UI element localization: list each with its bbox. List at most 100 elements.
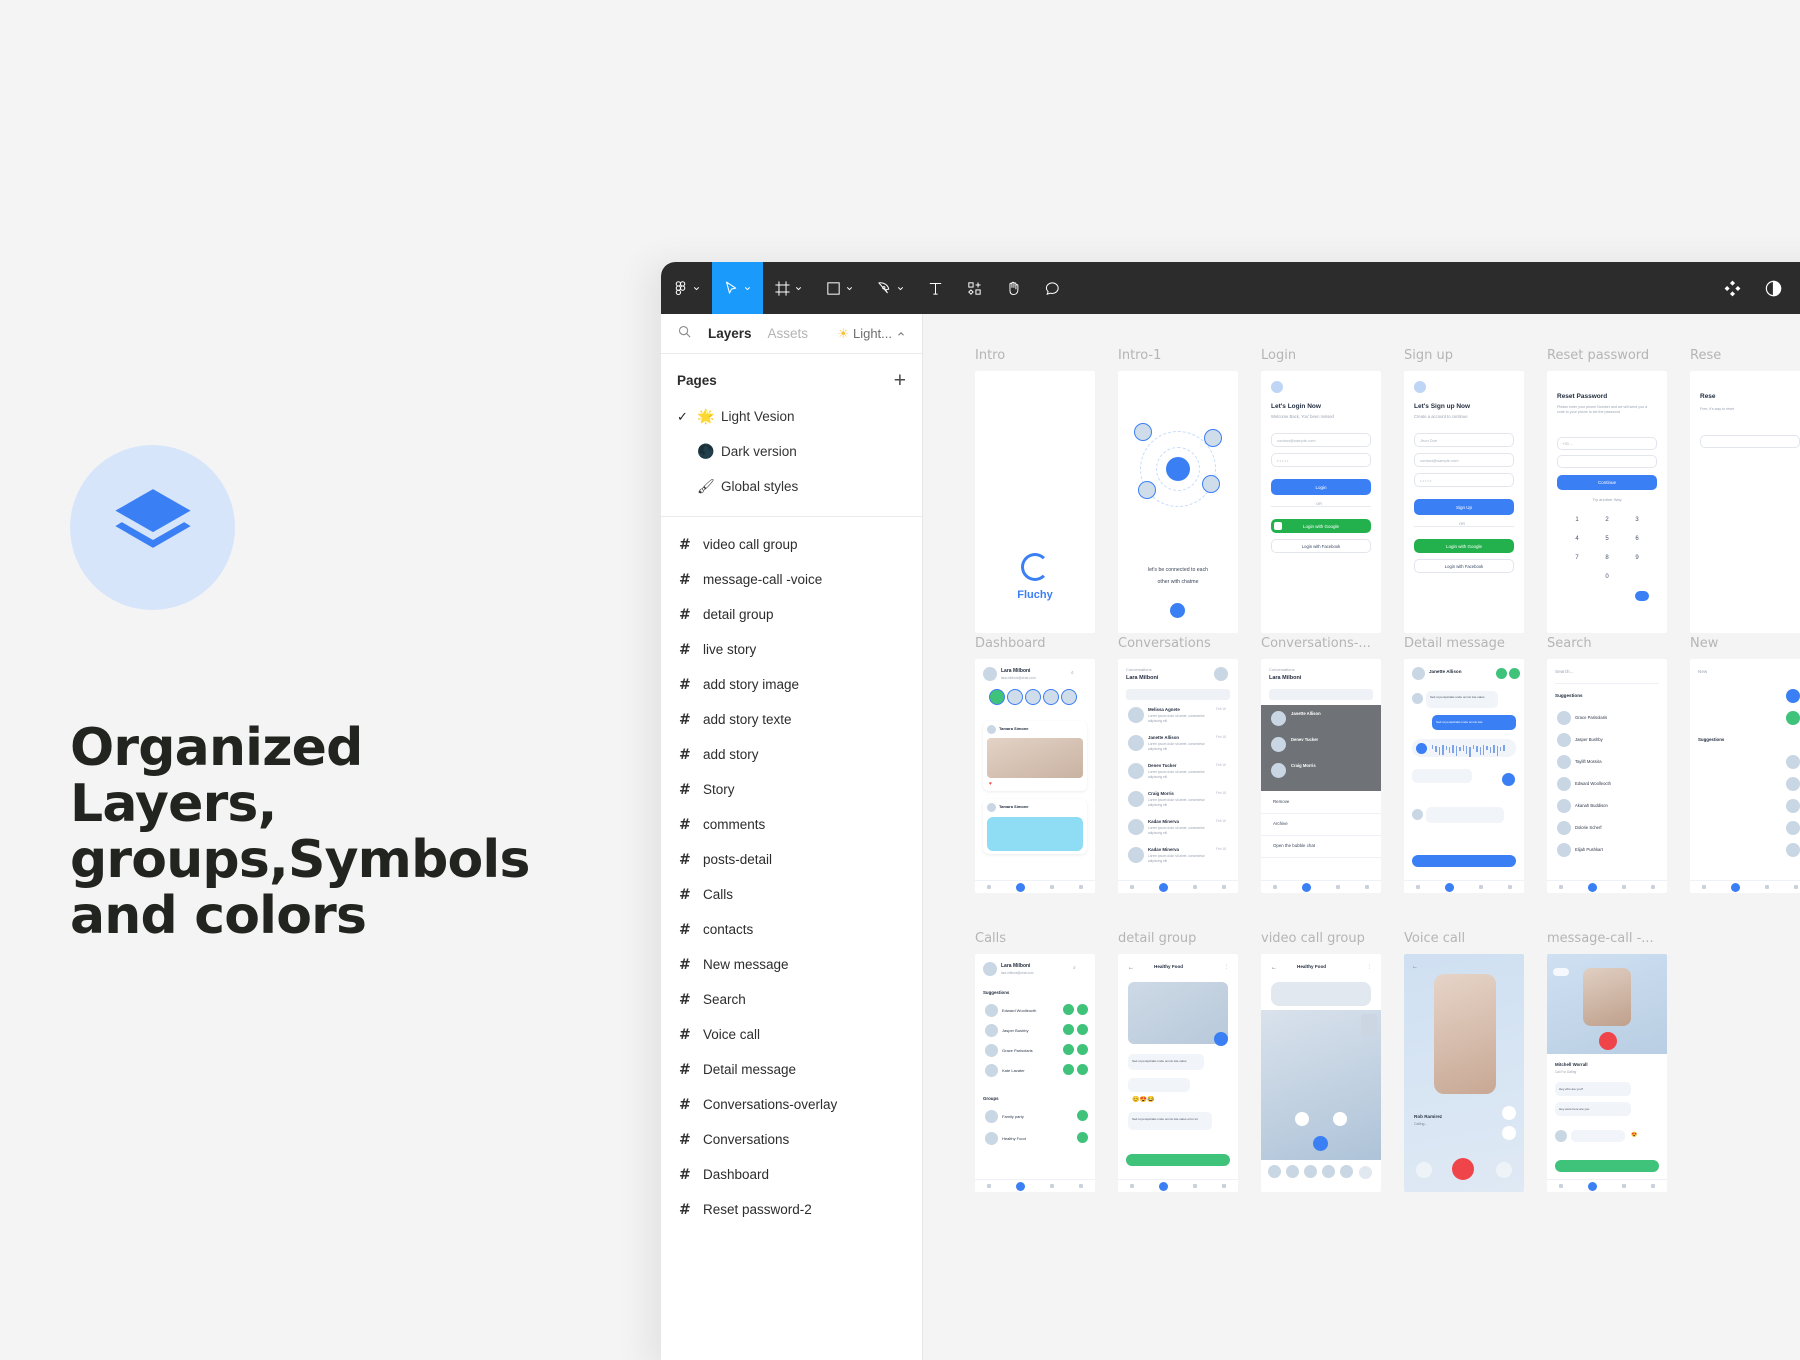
waveform-bar [1455,746,1458,756]
canvas-frame[interactable]: Intro-1 let's be connected to each other w… [1118,348,1238,633]
layer-row[interactable]: # add story image [661,667,922,702]
comment-tool-button[interactable] [1033,262,1072,314]
canvas-frame[interactable]: Detail message Janette Allison Sed ut pers… [1404,636,1524,893]
frame-artboard[interactable]: New Suggestions [1690,659,1800,893]
layer-row[interactable]: # Dashboard [661,1157,922,1192]
canvas-frame[interactable]: New New Suggestions [1690,636,1800,893]
frame-artboard[interactable]: Search... Suggestions Grace Parisolaris Jas… [1547,659,1667,893]
frame-artboard[interactable]: Lara Milboni lara.milboni@chat.com ⌕ Tamara… [975,659,1095,893]
layer-row[interactable]: # add story [661,737,922,772]
frame-label[interactable]: Search [1547,636,1667,652]
frame-label[interactable]: Detail message [1404,636,1524,652]
layer-row[interactable]: # New message [661,947,922,982]
page-item-light[interactable]: ✓ 🌟 Light Vesion [661,399,922,434]
mask-button[interactable] [1794,262,1800,314]
layer-row[interactable]: # detail group [661,597,922,632]
frame-label[interactable]: Intro-1 [1118,348,1238,364]
canvas-frame[interactable]: Calls Lara Milboni lara.milboni@chat.com ⌕ S… [975,931,1095,1192]
frame-label[interactable]: message-call -... [1547,931,1667,947]
frame-artboard[interactable]: Mitchell Worrall Call For Dating Hey who a… [1547,954,1667,1192]
shape-tool-button[interactable] [814,262,865,314]
frame-artboard[interactable]: ← Healthy Food ⋮ [1261,954,1381,1192]
login-button[interactable]: Login [1271,479,1371,495]
frame-artboard[interactable]: Fluchy [975,371,1095,633]
layer-row[interactable]: # Story [661,772,922,807]
text-tool-button[interactable] [916,262,955,314]
canvas-frame[interactable]: Conversations-... Conversations Lara Milbo… [1261,636,1381,893]
library-selector[interactable]: ☀ Light... [837,326,906,342]
frame-artboard[interactable]: Lara Milboni lara.milboni@chat.com ⌕ Sugges… [975,954,1095,1192]
frame-label[interactable]: Sign up [1404,348,1524,364]
frame-label[interactable]: Intro [975,348,1095,364]
hand-tool-button[interactable] [994,262,1033,314]
canvas-frame[interactable]: Conversations Conversations Lara Milboni Me… [1118,636,1238,893]
frame-label[interactable]: video call group [1261,931,1381,947]
layer-row[interactable]: # contacts [661,912,922,947]
layer-row[interactable]: # Search [661,982,922,1017]
frame-label[interactable]: Login [1261,348,1381,364]
layer-row[interactable]: # Detail message [661,1052,922,1087]
bottom-nav [975,1179,1095,1192]
tab-layers[interactable]: Layers [708,326,752,341]
frame-artboard[interactable]: let's be connected to each other with cha… [1118,371,1238,633]
canvas-frame[interactable]: Search Search... Suggestions Grace Parisola… [1547,636,1667,893]
canvas-frame[interactable]: message-call -... Mitchell Worrall Call Fo… [1547,931,1667,1192]
tab-assets[interactable]: Assets [768,326,809,341]
facebook-login-button[interactable]: Login with Facebook [1271,539,1371,553]
pen-tool-button[interactable] [865,262,916,314]
canvas[interactable]: Intro Fluchy Intro-1 let's be connected to … [923,314,1800,1360]
search-icon[interactable] [677,324,692,344]
canvas-frame[interactable]: video call group ← Healthy Food ⋮ [1261,931,1381,1192]
layer-row[interactable]: # comments [661,807,922,842]
canvas-frame[interactable]: Rese Rese Free, it's way to reset [1690,348,1800,633]
contrast-button[interactable] [1753,262,1794,314]
canvas-frame[interactable]: Voice call ← Rob Ramirez Calling... [1404,931,1524,1192]
google-login-button[interactable]: Login with Google [1271,519,1371,533]
frame-label[interactable]: Conversations-... [1261,636,1381,652]
frame-tool-button[interactable] [763,262,814,314]
frame-artboard[interactable]: Conversations Lara Milboni Janette Allison… [1261,659,1381,893]
frame-label[interactable]: Calls [975,931,1095,947]
layer-row[interactable]: # Calls [661,877,922,912]
layer-row[interactable]: # message-call -voice [661,562,922,597]
frame-label[interactable]: Voice call [1404,931,1524,947]
canvas-frame[interactable]: detail group ← Healthy Food ⋮ Sed ut perspic… [1118,931,1238,1192]
canvas-frame[interactable]: Sign up Let's Sign up Now Create a account… [1404,348,1524,633]
canvas-frame[interactable]: Intro Fluchy [975,348,1095,633]
layer-row[interactable]: # Conversations [661,1122,922,1157]
plus-icon[interactable]: + [894,370,906,391]
frame-label[interactable]: Dashboard [975,636,1095,652]
canvas-frame[interactable]: Dashboard Lara Milboni lara.milboni@chat.c… [975,636,1095,893]
frame-label[interactable]: New [1690,636,1800,652]
layer-row[interactable]: # add story texte [661,702,922,737]
move-tool-button[interactable] [712,262,763,314]
layer-row[interactable]: # Voice call [661,1017,922,1052]
layer-row[interactable]: # live story [661,632,922,667]
self-view [1361,1014,1377,1036]
layer-row[interactable]: # Conversations-overlay [661,1087,922,1122]
layer-row[interactable]: # posts-detail [661,842,922,877]
frame-artboard[interactable]: Conversations Lara Milboni Melissa Agnete L… [1118,659,1238,893]
frame-artboard[interactable]: Rese Free, it's way to reset [1690,371,1800,633]
page-item-dark[interactable]: 🌑 Dark version [661,434,922,469]
layer-row[interactable]: # video call group [661,527,922,562]
frame-artboard[interactable]: Let's Login Now Welcome Back, You' been m… [1261,371,1381,633]
page-item-global-styles[interactable]: 🖌 Global styles [661,469,922,504]
figma-menu-button[interactable] [661,262,712,314]
component-tool-button[interactable] [955,262,994,314]
continue-button[interactable]: Continue [1557,475,1657,490]
canvas-frame[interactable]: Reset password Reset Password Please enter… [1547,348,1667,633]
frame-artboard[interactable]: Janette Allison Sed ut perspiciatis unde … [1404,659,1524,893]
frame-label[interactable]: Rese [1690,348,1800,364]
signup-button[interactable]: Sign Up [1414,499,1514,515]
frame-artboard[interactable]: Let's Sign up Now Create a account to con… [1404,371,1524,633]
frame-artboard[interactable]: ← Rob Ramirez Calling... [1404,954,1524,1192]
layer-row[interactable]: # Reset password-2 [661,1192,922,1227]
frame-artboard[interactable]: ← Healthy Food ⋮ Sed ut perspiciatis unde o… [1118,954,1238,1192]
frame-label[interactable]: detail group [1118,931,1238,947]
components-button[interactable] [1712,262,1753,314]
frame-label[interactable]: Reset password [1547,348,1667,364]
canvas-frame[interactable]: Login Let's Login Now Welcome Back, You' b… [1261,348,1381,633]
frame-label[interactable]: Conversations [1118,636,1238,652]
frame-artboard[interactable]: Reset Password Please enter your phone Nu… [1547,371,1667,633]
